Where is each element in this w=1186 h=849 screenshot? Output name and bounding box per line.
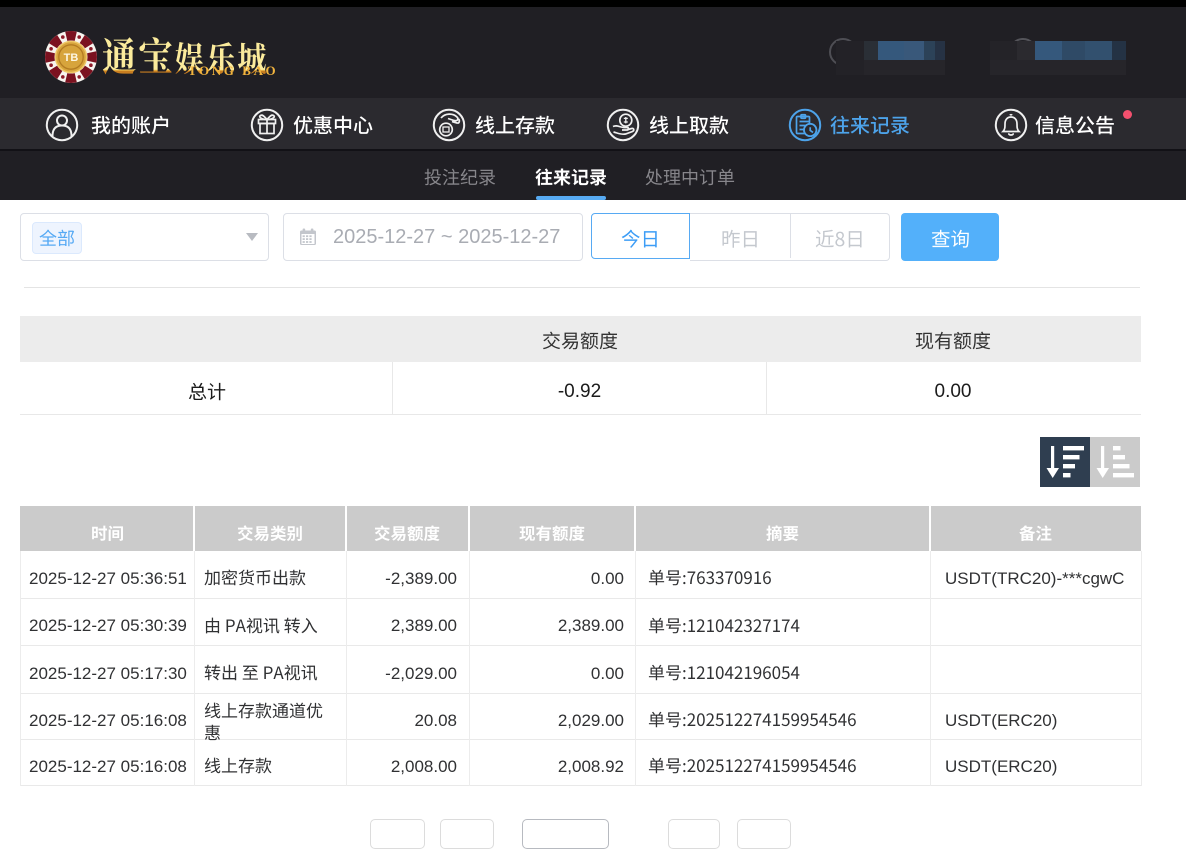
- svg-text:TB: TB: [64, 52, 79, 64]
